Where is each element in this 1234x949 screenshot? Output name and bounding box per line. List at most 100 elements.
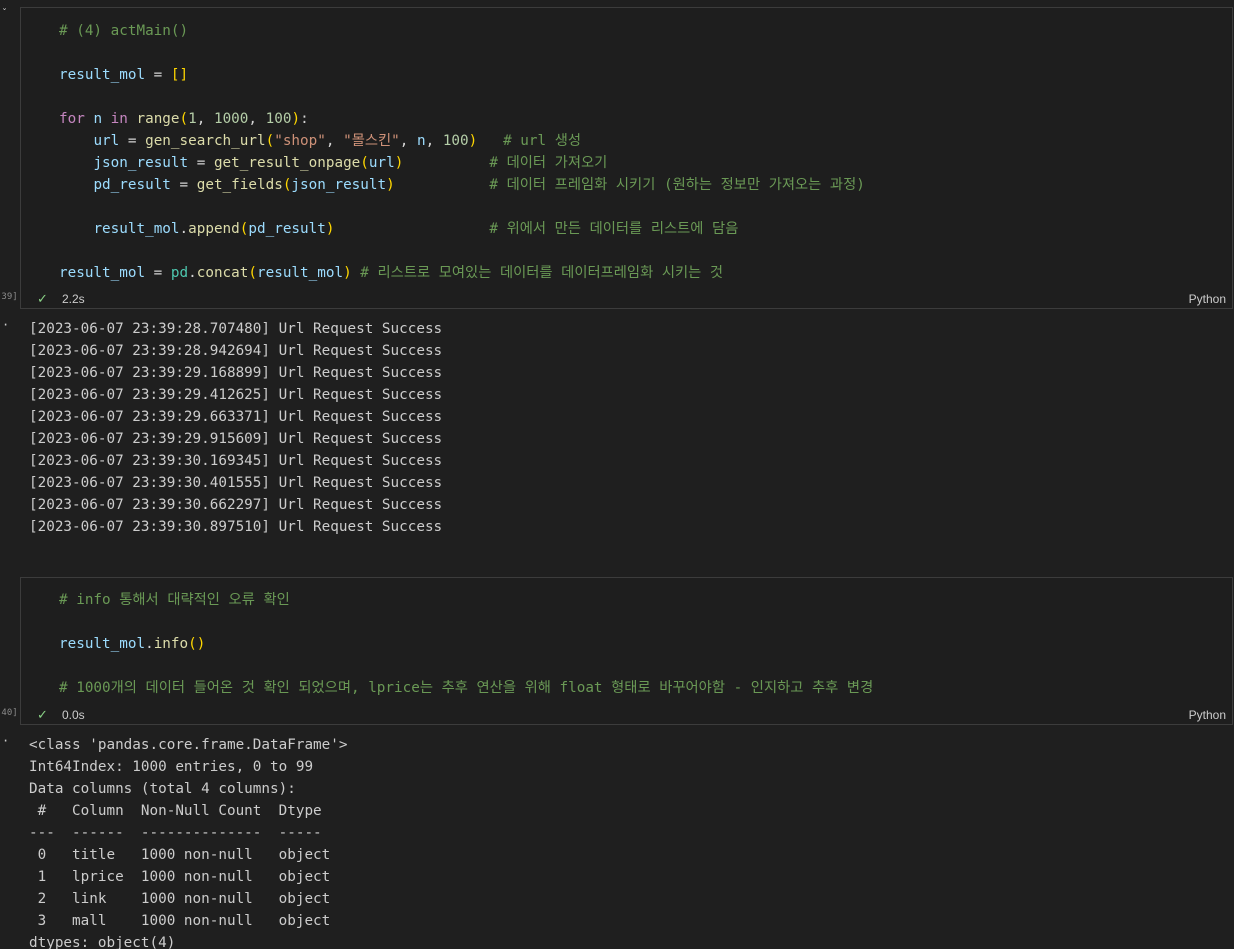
code-line[interactable]: pd_result = get_fields(json_result) # 데이… — [59, 174, 865, 196]
code-token: # url 생성 — [477, 133, 582, 149]
code-token: in — [110, 111, 128, 127]
output-line: [2023-06-07 23:39:29.412625] Url Request… — [29, 387, 443, 403]
code-token: json_result — [291, 177, 387, 193]
output-line: [2023-06-07 23:39:30.401555] Url Request… — [29, 475, 443, 491]
exec-time: 2.2s — [62, 292, 85, 306]
output-line: [2023-06-07 23:39:29.915609] Url Request… — [29, 431, 443, 447]
output-line: [2023-06-07 23:39:30.662297] Url Request… — [29, 497, 443, 513]
output-line: Int64Index: 1000 entries, 0 to 99 — [29, 759, 314, 775]
code-line[interactable]: for n in range(1, 1000, 100): — [59, 108, 309, 130]
code-token: result_mol — [59, 636, 146, 652]
code-token: . — [188, 265, 197, 281]
code-token: . — [145, 636, 154, 652]
code-token: , — [325, 133, 344, 149]
output-line: [2023-06-07 23:39:29.168899] Url Request… — [29, 365, 443, 381]
code-token: n — [93, 111, 103, 127]
output-line: [2023-06-07 23:39:28.707480] Url Request… — [29, 321, 443, 337]
code-token: # 데이터 프레임화 시키기 (원하는 정보만 가져오는 과정) — [394, 177, 865, 193]
collapse-chevron-icon[interactable]: ˇ — [2, 8, 7, 19]
output-line: 2 link 1000 non-null object — [29, 891, 331, 907]
cell-status-bar-2: ✓ 0.0s Python — [21, 705, 1232, 725]
code-token: "몰스킨" — [343, 133, 400, 149]
output-line: dtypes: object(4) — [29, 935, 176, 949]
code-token: pd_result — [248, 221, 326, 237]
code-token: json_result — [93, 155, 189, 171]
code-token: [] — [170, 67, 189, 83]
code-token: url — [368, 155, 395, 171]
code-token: ( — [179, 111, 189, 127]
code-line[interactable]: result_mol.info() — [59, 633, 205, 655]
language-indicator[interactable]: Python — [1189, 292, 1226, 306]
code-token: ) — [468, 133, 478, 149]
code-token: "shop" — [274, 133, 326, 149]
output-line: 0 title 1000 non-null object — [29, 847, 331, 863]
code-token: , — [425, 133, 443, 149]
cell-status-bar-1: ✓ 2.2s Python — [21, 289, 1232, 309]
code-line[interactable]: result_mol = pd.concat(result_mol) # 리스트… — [59, 262, 723, 284]
code-token: info — [153, 636, 189, 652]
code-line[interactable]: json_result = get_result_onpage(url) # 데… — [59, 152, 607, 174]
code-cell-2[interactable]: # info 통해서 대략적인 오류 확인 result_mol.info() # … — [20, 577, 1233, 725]
code-token: 100 — [265, 111, 292, 127]
code-token: , — [248, 111, 266, 127]
code-token: : — [300, 111, 309, 127]
code-token: , — [196, 111, 214, 127]
output-line: 1 lprice 1000 non-null object — [29, 869, 331, 885]
output-line: [2023-06-07 23:39:28.942694] Url Request… — [29, 343, 443, 359]
code-token: result_mol — [59, 67, 146, 83]
code-token: 100 — [442, 133, 469, 149]
code-cell-1[interactable]: # (4) actMain() result_mol = [] for n in r… — [20, 7, 1233, 309]
code-line[interactable]: result_mol.append(pd_result) # 위에서 만든 데이… — [59, 218, 738, 240]
code-line[interactable]: # (4) actMain() — [59, 20, 188, 42]
code-token: # 1000개의 데이터 들어온 것 확인 되었으며, lprice는 추후 연… — [59, 680, 874, 696]
code-token: result_mol — [257, 265, 344, 281]
code-token: gen_search_url — [145, 133, 266, 149]
output-line: # Column Non-Null Count Dtype — [29, 803, 331, 819]
exec-count-2: [40] — [0, 708, 18, 718]
exec-time: 0.0s — [62, 708, 85, 722]
code-token: () — [188, 636, 206, 652]
code-token: # info 통해서 대략적인 오류 확인 — [59, 592, 290, 608]
code-token: . — [179, 221, 189, 237]
language-indicator[interactable]: Python — [1189, 708, 1226, 722]
code-token: concat — [196, 265, 249, 281]
output-line: [2023-06-07 23:39:29.663371] Url Request… — [29, 409, 443, 425]
code-token: # 데이터 가져오기 — [403, 155, 608, 171]
code-token: ) — [386, 177, 395, 193]
code-token: result_mol — [93, 221, 180, 237]
code-token: ( — [248, 265, 257, 281]
code-token: # 위에서 만든 데이터를 리스트에 담음 — [334, 221, 739, 237]
code-token: ) — [343, 265, 352, 281]
code-token: url — [93, 133, 120, 149]
code-token: ( — [360, 155, 369, 171]
code-token: get_fields — [196, 177, 283, 193]
code-line[interactable]: # info 통해서 대략적인 오류 확인 — [59, 589, 290, 611]
code-token: for — [59, 111, 85, 127]
code-token: = — [145, 265, 171, 281]
code-token: pd_result — [93, 177, 171, 193]
code-token: # 리스트로 모여있는 데이터를 데이터프레임화 시키는 것 — [351, 265, 724, 281]
code-line[interactable]: url = gen_search_url("shop", "몰스킨", n, 1… — [59, 130, 581, 152]
ellipsis-icon[interactable]: · — [2, 734, 9, 748]
check-icon: ✓ — [37, 291, 48, 306]
output-line: [2023-06-07 23:39:30.169345] Url Request… — [29, 453, 443, 469]
code-line[interactable]: # 1000개의 데이터 들어온 것 확인 되었으며, lprice는 추후 연… — [59, 677, 873, 699]
code-token: append — [188, 221, 240, 237]
code-line[interactable]: result_mol = [] — [59, 64, 188, 86]
ellipsis-icon[interactable]: · — [2, 318, 9, 332]
code-token: get_result_onpage — [213, 155, 361, 171]
code-token: result_mol — [59, 265, 146, 281]
exec-count-1: [39] — [0, 292, 18, 302]
code-token: ( — [265, 133, 275, 149]
code-token: range — [136, 111, 180, 127]
code-token: = — [119, 133, 146, 149]
output-line: <class 'pandas.core.frame.DataFrame'> — [29, 737, 348, 753]
code-token: pd — [170, 265, 189, 281]
check-icon: ✓ — [37, 707, 48, 722]
code-token: ) — [291, 111, 301, 127]
